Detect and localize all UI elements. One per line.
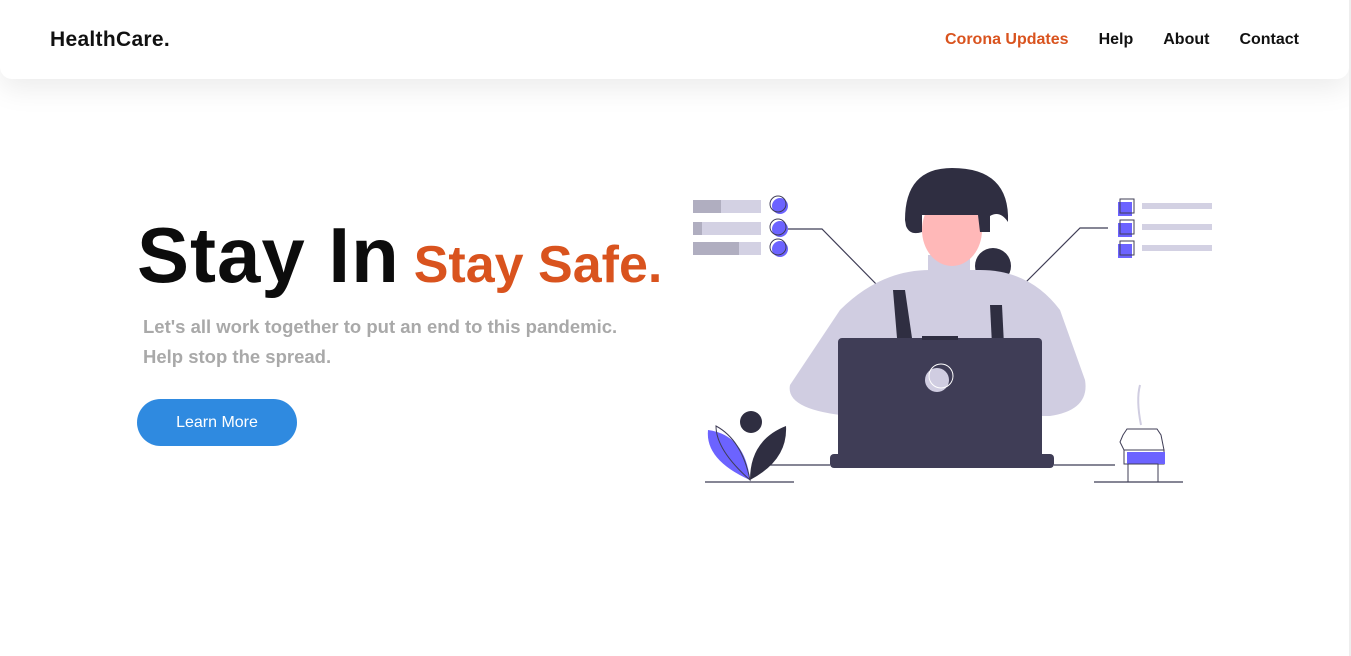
nav-links: Corona Updates Help About Contact [945,31,1299,49]
learn-more-button[interactable]: Learn More [137,399,297,446]
hero-title: Stay In Stay Safe. [137,210,662,301]
laptop [830,336,1054,468]
nav-link-corona-updates[interactable]: Corona Updates [945,31,1069,49]
nav-link-contact[interactable]: Contact [1239,31,1299,49]
right-checkbox-list [1019,198,1212,289]
nav-link-about[interactable]: About [1163,31,1209,49]
brand-logo[interactable]: HealthCare. [50,28,170,52]
navbar: HealthCare. Corona Updates Help About Co… [0,0,1349,79]
hero-title-accent: Stay Safe. [413,236,663,294]
coffee-cup-illustration [1094,384,1183,483]
hero-title-main: Stay In [137,211,400,299]
hero-subtitle: Let's all work together to put an end to… [143,312,617,372]
hero-subtitle-line-2: Help stop the spread. [143,346,332,367]
plant-illustration [705,411,794,483]
left-progress-list [693,195,883,291]
nav-link-help[interactable]: Help [1099,31,1134,49]
woman-at-laptop-illustration [693,168,1212,483]
hero-subtitle-line-1: Let's all work together to put an end to… [143,316,618,337]
